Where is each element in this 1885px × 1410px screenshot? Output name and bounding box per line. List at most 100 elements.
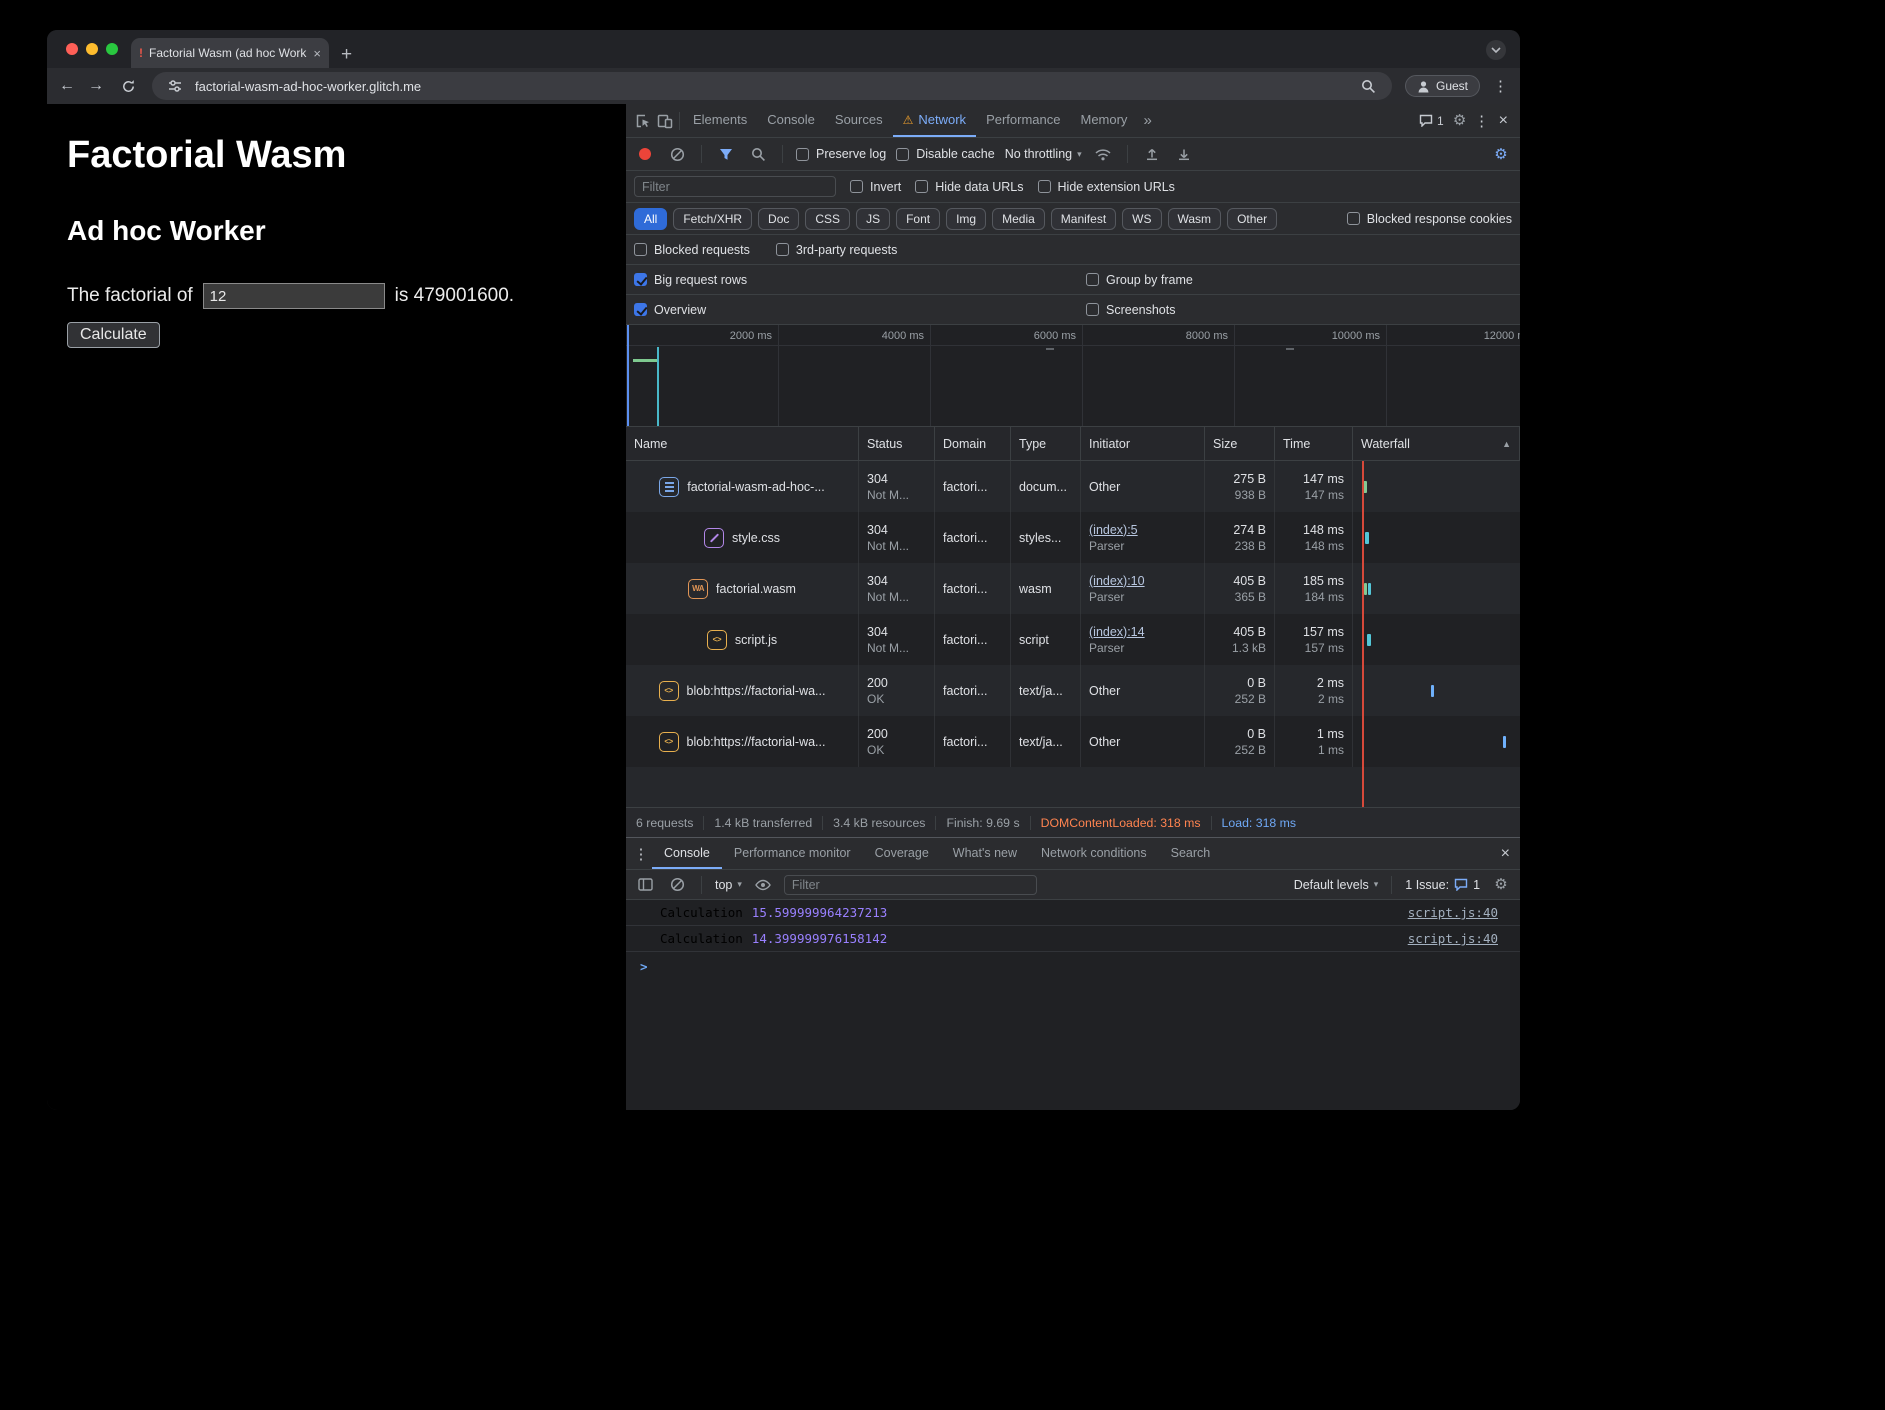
column-header-size[interactable]: Size (1205, 427, 1275, 460)
column-header-domain[interactable]: Domain (935, 427, 1011, 460)
request-row[interactable]: <>blob:https://factorial-wa...200OKfacto… (626, 716, 1520, 767)
devtools-close-icon[interactable]: × (1493, 113, 1514, 129)
eye-icon[interactable] (752, 874, 774, 896)
forward-icon[interactable]: → (88, 78, 104, 94)
column-header-type[interactable]: Type (1011, 427, 1081, 460)
disable-cache-checkbox[interactable]: Disable cache (896, 147, 995, 161)
browser-menu-icon[interactable]: ⋮ (1493, 77, 1508, 95)
export-har-icon[interactable] (1173, 143, 1195, 165)
browser-tab[interactable]: ! Factorial Wasm (ad hoc Work × (131, 38, 329, 68)
initiator-link[interactable]: (index):14 (1089, 625, 1196, 639)
search-icon[interactable] (747, 143, 769, 165)
log-levels-select[interactable]: Default levels ▾ (1294, 878, 1379, 892)
devtools-tab-sources[interactable]: Sources (825, 104, 893, 137)
back-icon[interactable]: ← (59, 78, 75, 94)
column-header-name[interactable]: Name (626, 427, 859, 460)
url-text[interactable]: factorial-wasm-ad-hoc-worker.glitch.me (195, 79, 1349, 94)
network-conditions-icon[interactable] (1092, 143, 1114, 165)
drawer-tab-coverage[interactable]: Coverage (863, 838, 941, 869)
filter-chip-media[interactable]: Media (992, 208, 1045, 230)
filter-chip-manifest[interactable]: Manifest (1051, 208, 1116, 230)
filter-icon[interactable] (715, 143, 737, 165)
zoom-icon[interactable] (1358, 75, 1380, 97)
drawer-tab-network-conditions[interactable]: Network conditions (1029, 838, 1159, 869)
request-row[interactable]: WAfactorial.wasm304Not M...factori...was… (626, 563, 1520, 614)
group-by-frame-checkbox[interactable]: Group by frame (1086, 273, 1512, 287)
more-tabs-icon[interactable]: » (1137, 112, 1157, 129)
3rd-party-requests-checkbox[interactable]: 3rd-party requests (776, 243, 897, 257)
filter-chip-font[interactable]: Font (896, 208, 940, 230)
console-prompt[interactable]: > (626, 952, 1520, 974)
hide-extension-urls-checkbox[interactable]: Hide extension URLs (1038, 180, 1175, 194)
screenshots-checkbox[interactable]: Screenshots (1086, 303, 1512, 317)
drawer-menu-icon[interactable]: ⋮ (630, 843, 652, 865)
message-source-link[interactable]: script.js:40 (1408, 931, 1498, 946)
context-selector[interactable]: top ▾ (715, 878, 742, 892)
clear-console-icon[interactable] (666, 874, 688, 896)
record-network-log-icon[interactable] (634, 143, 656, 165)
drawer-close-icon[interactable]: × (1495, 846, 1516, 862)
console-sidebar-icon[interactable] (634, 874, 656, 896)
devtools-tab-performance[interactable]: Performance (976, 104, 1070, 137)
filter-chip-all[interactable]: All (634, 208, 667, 230)
devtools-tab-console[interactable]: Console (757, 104, 825, 137)
big-request-rows-checkbox[interactable]: Big request rows (634, 273, 1086, 287)
device-toolbar-icon[interactable] (654, 110, 676, 132)
tab-search-button[interactable] (1486, 40, 1506, 60)
fullscreen-window-button[interactable] (106, 43, 118, 55)
throttling-select[interactable]: No throttling ▾ (1005, 147, 1082, 161)
network-settings-icon[interactable]: ⚙ (1490, 143, 1512, 165)
factorial-input[interactable] (203, 283, 385, 309)
drawer-tab-what-s-new[interactable]: What's new (941, 838, 1029, 869)
preserve-log-checkbox[interactable]: Preserve log (796, 147, 886, 161)
request-row[interactable]: <>script.js304Not M...factori...script(i… (626, 614, 1520, 665)
request-row[interactable]: factorial-wasm-ad-hoc-...304Not M...fact… (626, 461, 1520, 512)
reload-icon[interactable] (117, 75, 139, 97)
filter-chip-ws[interactable]: WS (1122, 208, 1161, 230)
close-window-button[interactable] (66, 43, 78, 55)
column-header-status[interactable]: Status (859, 427, 935, 460)
initiator-link[interactable]: (index):10 (1089, 574, 1196, 588)
drawer-tab-console[interactable]: Console (652, 838, 722, 869)
devtools-tab-elements[interactable]: Elements (683, 104, 757, 137)
devtools-tab-network[interactable]: ⚠Network (893, 104, 976, 137)
blocked-requests-checkbox[interactable]: Blocked requests (634, 243, 750, 257)
site-settings-icon[interactable] (164, 75, 186, 97)
console-settings-icon[interactable]: ⚙ (1490, 874, 1512, 896)
inspect-element-icon[interactable] (632, 110, 654, 132)
drawer-issues[interactable]: 1 Issue: 1 (1405, 878, 1480, 892)
new-tab-button[interactable]: + (341, 45, 352, 64)
devtools-menu-icon[interactable]: ⋮ (1471, 110, 1493, 132)
initiator-link[interactable]: (index):5 (1089, 523, 1196, 537)
import-har-icon[interactable] (1141, 143, 1163, 165)
calculate-button[interactable]: Calculate (67, 322, 160, 348)
profile-chip[interactable]: Guest (1405, 75, 1480, 97)
column-header-waterfall[interactable]: Waterfall▲ (1353, 427, 1520, 460)
filter-chip-fetch-xhr[interactable]: Fetch/XHR (673, 208, 752, 230)
devtools-tab-memory[interactable]: Memory (1070, 104, 1137, 137)
omnibox[interactable]: factorial-wasm-ad-hoc-worker.glitch.me (152, 72, 1392, 100)
tab-close-icon[interactable]: × (313, 46, 321, 61)
issues-counter[interactable]: 1 (1414, 114, 1449, 128)
network-overview[interactable]: 2000 ms4000 ms6000 ms8000 ms10000 ms1200… (626, 325, 1520, 427)
devtools-settings-icon[interactable]: ⚙ (1449, 110, 1471, 132)
invert-checkbox[interactable]: Invert (850, 180, 901, 194)
hide-data-urls-checkbox[interactable]: Hide data URLs (915, 180, 1023, 194)
filter-chip-doc[interactable]: Doc (758, 208, 799, 230)
filter-chip-wasm[interactable]: Wasm (1168, 208, 1222, 230)
minimize-window-button[interactable] (86, 43, 98, 55)
clear-network-log-icon[interactable] (666, 143, 688, 165)
message-source-link[interactable]: script.js:40 (1408, 905, 1498, 920)
request-row[interactable]: <>blob:https://factorial-wa...200OKfacto… (626, 665, 1520, 716)
column-header-time[interactable]: Time (1275, 427, 1353, 460)
console-filter-input[interactable] (784, 875, 1037, 895)
drawer-tab-search[interactable]: Search (1159, 838, 1223, 869)
overview-checkbox[interactable]: Overview (634, 303, 1086, 317)
filter-chip-css[interactable]: CSS (805, 208, 850, 230)
column-header-initiator[interactable]: Initiator (1081, 427, 1205, 460)
drawer-tab-performance-monitor[interactable]: Performance monitor (722, 838, 863, 869)
filter-chip-other[interactable]: Other (1227, 208, 1277, 230)
filter-chip-js[interactable]: JS (856, 208, 890, 230)
network-filter-input[interactable] (634, 176, 836, 197)
blocked-response-cookies-checkbox[interactable]: Blocked response cookies (1347, 212, 1512, 226)
